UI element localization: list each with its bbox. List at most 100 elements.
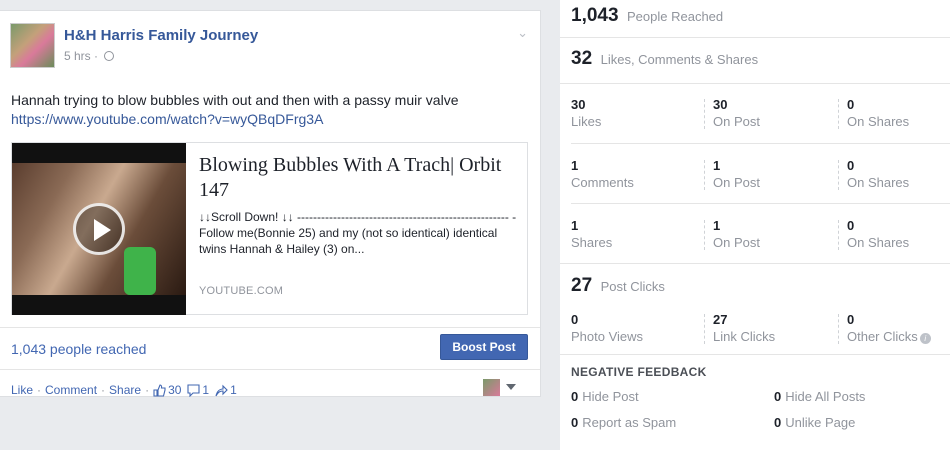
stat-label: On Post <box>713 114 760 129</box>
action-separator: · <box>101 383 106 397</box>
stat-cell: 30 Likes <box>571 97 601 133</box>
globe-icon[interactable] <box>104 51 115 61</box>
column-divider <box>704 160 705 190</box>
post-clicks-value: 27 <box>571 275 593 296</box>
divider <box>560 263 950 264</box>
people-reached-value: 1,043 <box>571 5 619 26</box>
column-divider <box>704 314 705 344</box>
stat-value: 1 <box>571 158 579 173</box>
play-icon[interactable] <box>73 203 125 255</box>
stat-cell: 1 On Post <box>713 218 760 254</box>
stat-cell: 27 Link Clicks <box>713 312 775 348</box>
stat-label: On Post <box>713 235 760 250</box>
link-description: ↓↓Scroll Down! ↓↓ ----------------------… <box>199 210 517 256</box>
link-preview-card[interactable]: Blowing Bubbles With A Trach| Orbit 147 … <box>11 142 528 315</box>
negative-value: 0 <box>571 389 579 404</box>
comment-icon[interactable] <box>187 383 200 397</box>
stat-cell: 0 Other Clicks i <box>847 312 931 348</box>
boost-post-button[interactable]: Boost Post <box>440 334 528 360</box>
stat-label: On Shares <box>847 235 910 250</box>
post-actions: Like · Comment · Share · 30 1 1 <box>11 383 243 397</box>
share-button[interactable]: Share <box>109 383 141 397</box>
post-clicks-stat: 27 Post Clicks <box>571 275 665 297</box>
post-card: H&H Harris Family Journey 5 hrs · ⌄ Hann… <box>0 10 541 397</box>
engagement-label: Likes, Comments & Shares <box>600 52 759 67</box>
stat-value: 1 <box>713 218 721 233</box>
stat-value: 27 <box>713 312 728 327</box>
stat-label: Other Clicks i <box>847 328 931 345</box>
post-text: Hannah trying to blow bubbles with out a… <box>11 91 531 129</box>
stat-value: 0 <box>847 218 855 233</box>
comment-button[interactable]: Comment <box>45 383 97 397</box>
stat-cell: 1 Shares <box>571 218 612 254</box>
negative-label: Hide All Posts <box>785 389 866 404</box>
stat-value: 1 <box>571 218 579 233</box>
stat-cell: 0 On Shares <box>847 218 909 254</box>
page-name[interactable]: H&H Harris Family Journey <box>64 27 258 44</box>
stat-label: Link Clicks <box>713 329 776 344</box>
post-header: H&H Harris Family Journey 5 hrs · ⌄ <box>10 23 530 69</box>
page-avatar[interactable] <box>10 23 55 68</box>
thumbs-up-icon[interactable] <box>153 383 166 397</box>
stat-cell: 1 On Post <box>713 158 760 194</box>
viewer-avatar[interactable] <box>483 379 500 396</box>
divider <box>571 203 950 204</box>
video-thumbnail[interactable] <box>12 143 186 315</box>
stat-label: Photo Views <box>571 329 644 344</box>
divider <box>0 369 540 370</box>
post-clicks-label: Post Clicks <box>600 279 665 294</box>
negative-item: 0 Hide All Posts <box>774 389 865 404</box>
action-separator: · <box>37 383 42 397</box>
like-button[interactable]: Like <box>11 383 33 397</box>
stat-value: 30 <box>571 97 586 112</box>
post-time[interactable]: 5 hrs <box>64 49 91 63</box>
column-divider <box>704 99 705 129</box>
share-icon[interactable] <box>215 384 228 397</box>
post-link[interactable]: https://www.youtube.com/watch?v=wyQBqDFr… <box>11 110 531 129</box>
stat-cell: 0 Photo Views <box>571 312 643 348</box>
stat-label: Likes <box>571 114 602 129</box>
negative-item: 0 Hide Post <box>571 389 639 404</box>
people-reached-stat: 1,043 People Reached <box>571 5 723 27</box>
stat-cell: 0 On Shares <box>847 158 909 194</box>
column-divider <box>838 314 839 344</box>
engagement-value: 32 <box>571 48 593 69</box>
stat-value: 0 <box>571 312 579 327</box>
post-message: Hannah trying to blow bubbles with out a… <box>11 92 459 108</box>
insights-panel: 1,043 People Reached 32 Likes, Comments … <box>560 0 950 450</box>
clicks-row: 0 Photo Views 27 Link Clicks 0 Other Cli… <box>571 312 946 352</box>
divider <box>560 37 950 38</box>
column-divider <box>838 99 839 129</box>
comments-count[interactable]: 1 <box>202 383 209 397</box>
stat-label: On Shares <box>847 114 910 129</box>
link-title[interactable]: Blowing Bubbles With A Trach| Orbit 147 <box>199 153 521 203</box>
negative-value: 0 <box>774 415 782 430</box>
column-divider <box>838 160 839 190</box>
negative-label: Report as Spam <box>582 415 677 430</box>
negative-item: 0 Report as Spam <box>571 415 676 430</box>
caret-down-icon[interactable] <box>506 384 516 390</box>
stat-cell: 0 On Shares <box>847 97 909 133</box>
likes-count[interactable]: 30 <box>168 383 181 397</box>
negative-value: 0 <box>774 389 782 404</box>
likes-row: 30 Likes 30 On Post 0 On Shares <box>571 97 946 137</box>
meta-separator: · <box>94 49 99 63</box>
info-icon[interactable]: i <box>919 333 931 344</box>
divider <box>571 143 950 144</box>
stat-label: On Shares <box>847 175 910 190</box>
stat-value: 0 <box>847 158 855 173</box>
post-meta: 5 hrs · <box>64 49 115 63</box>
people-reached-label: People Reached <box>627 9 724 24</box>
negative-feedback-title: NEGATIVE FEEDBACK <box>571 365 707 379</box>
action-separator: · <box>145 383 150 397</box>
shares-row: 1 Shares 1 On Post 0 On Shares <box>571 218 946 258</box>
column-divider <box>704 220 705 250</box>
stat-value: 30 <box>713 97 728 112</box>
shares-count[interactable]: 1 <box>230 383 237 397</box>
comments-row: 1 Comments 1 On Post 0 On Shares <box>571 158 946 198</box>
stat-cell: 30 On Post <box>713 97 760 133</box>
chevron-down-icon[interactable]: ⌄ <box>517 25 528 41</box>
other-clicks-label: Other Clicks <box>847 329 918 344</box>
divider <box>560 354 950 355</box>
people-reached-link[interactable]: 1,043 people reached <box>11 341 146 357</box>
